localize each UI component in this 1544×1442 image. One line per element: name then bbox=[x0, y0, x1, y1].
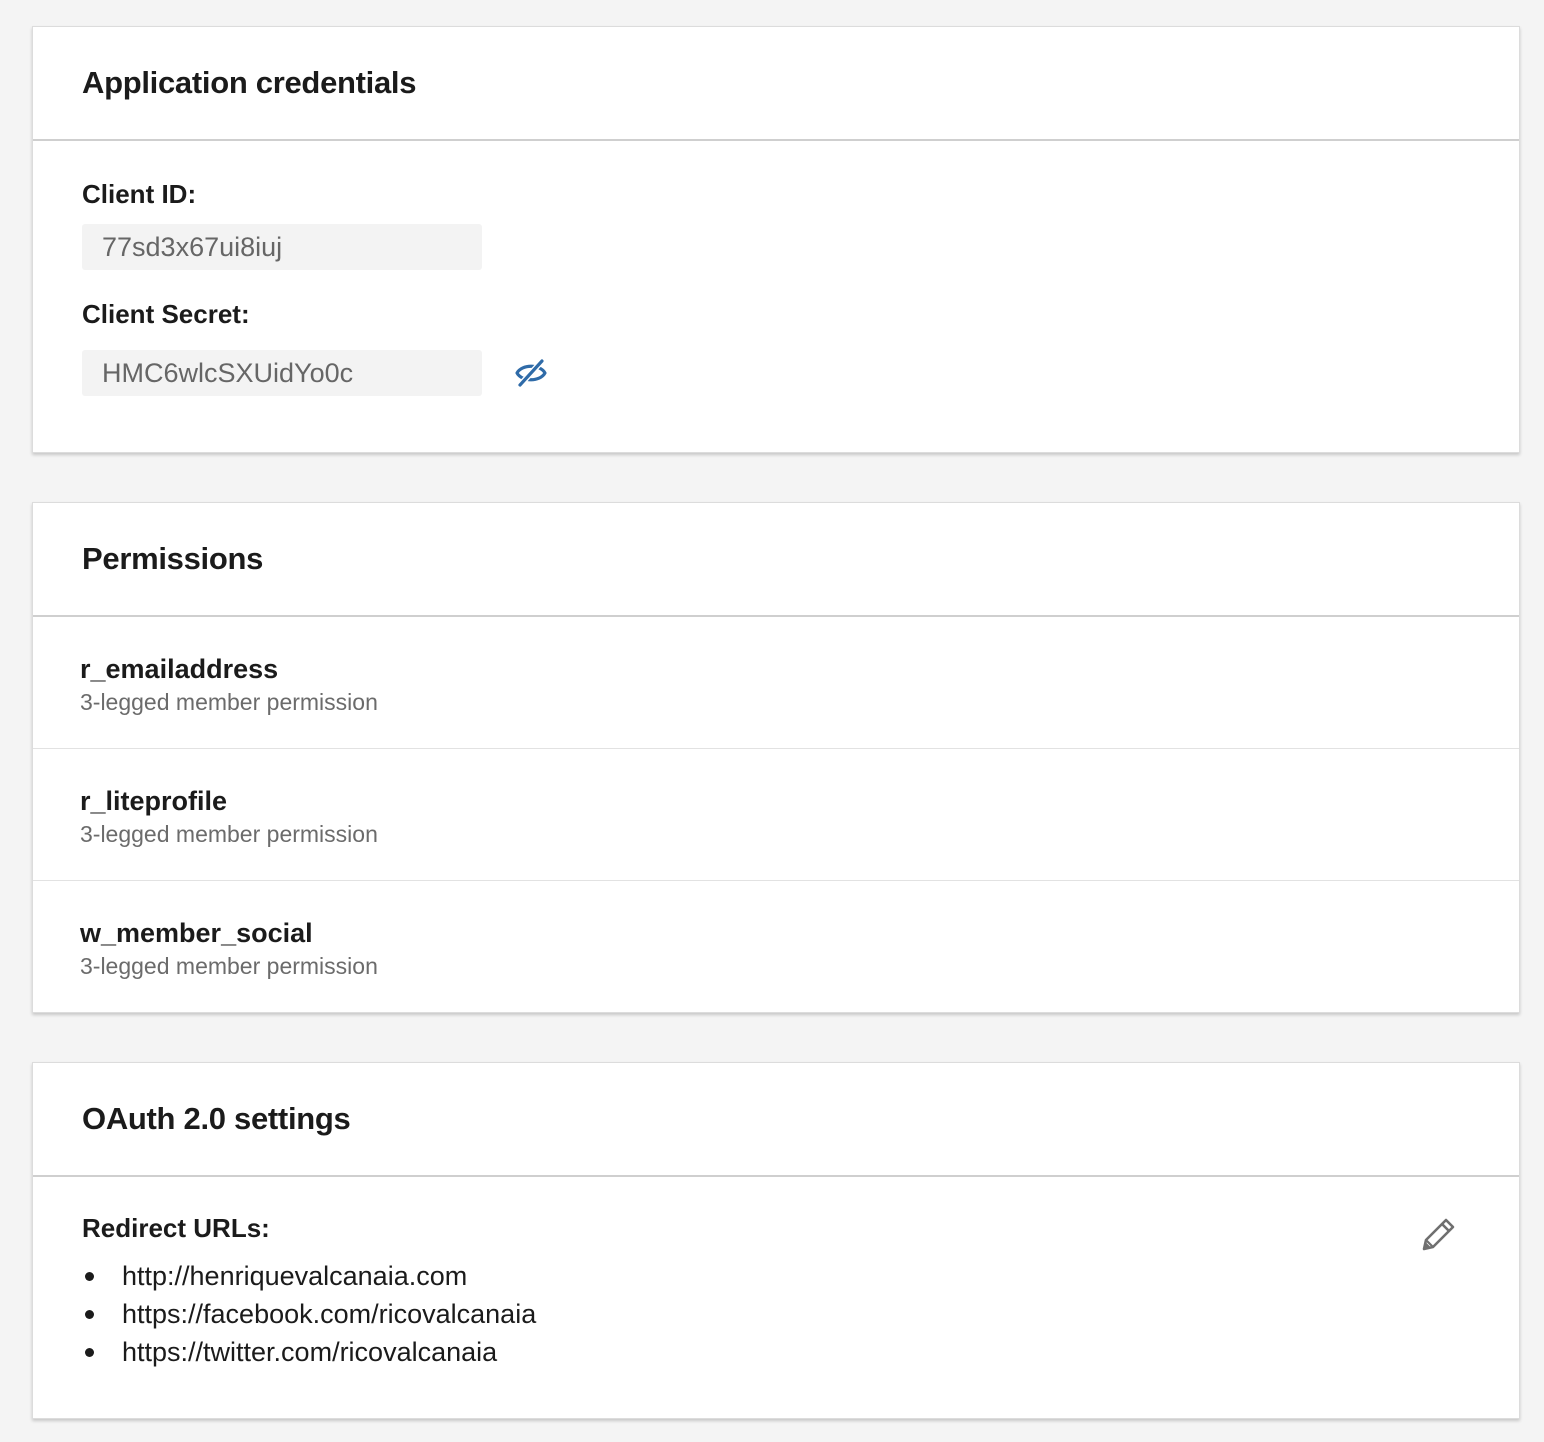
permissions-card: Permissions r_emailaddress 3-legged memb… bbox=[32, 502, 1520, 1013]
redirect-url: https://twitter.com/ricovalcanaia bbox=[122, 1336, 498, 1367]
client-secret-value: HMC6wlcSXUidYo0c bbox=[102, 357, 354, 388]
oauth-body: Redirect URLs: http://henriquevalcanaia.… bbox=[33, 1177, 1519, 1418]
credentials-title: Application credentials bbox=[82, 65, 417, 100]
permissions-card-header: Permissions bbox=[33, 503, 1519, 617]
redirect-urls-label: Redirect URLs: bbox=[82, 1213, 270, 1243]
edit-redirect-urls-button[interactable] bbox=[1414, 1211, 1462, 1259]
bullet-icon bbox=[85, 1309, 94, 1319]
permission-description: 3-legged member permission bbox=[80, 953, 378, 979]
credentials-card: Application credentials Client ID: 77sd3… bbox=[32, 26, 1520, 453]
permission-item: w_member_social 3-legged member permissi… bbox=[33, 881, 1519, 1013]
pencil-icon bbox=[1422, 1218, 1455, 1251]
eye-slash-icon bbox=[515, 358, 547, 388]
permissions-title: Permissions bbox=[82, 541, 264, 576]
redirect-url-list: http://henriquevalcanaia.com https://fac… bbox=[82, 1257, 536, 1371]
oauth-title: OAuth 2.0 settings bbox=[82, 1101, 351, 1136]
permissions-list: r_emailaddress 3-legged member permissio… bbox=[33, 617, 1519, 1013]
credentials-body: Client ID: 77sd3x67ui8iuj Client Secret:… bbox=[33, 141, 1519, 452]
redirect-url-item: https://twitter.com/ricovalcanaia bbox=[82, 1333, 536, 1371]
credentials-card-header: Application credentials bbox=[33, 27, 1519, 141]
permission-name: r_liteprofile bbox=[80, 786, 228, 816]
permission-item: r_emailaddress 3-legged member permissio… bbox=[33, 617, 1519, 749]
client-secret-field[interactable]: HMC6wlcSXUidYo0c bbox=[82, 350, 482, 396]
client-id-label: Client ID: bbox=[82, 179, 197, 209]
permission-item: r_liteprofile 3-legged member permission bbox=[33, 749, 1519, 881]
oauth-card: OAuth 2.0 settings Redirect URLs: http:/… bbox=[32, 1062, 1520, 1419]
bullet-icon bbox=[85, 1271, 94, 1281]
client-secret-label: Client Secret: bbox=[82, 299, 250, 329]
redirect-url-item: http://henriquevalcanaia.com bbox=[82, 1257, 536, 1295]
oauth-card-header: OAuth 2.0 settings bbox=[33, 1063, 1519, 1177]
permission-description: 3-legged member permission bbox=[80, 689, 378, 715]
permission-description: 3-legged member permission bbox=[80, 821, 378, 847]
toggle-secret-visibility-button[interactable] bbox=[511, 353, 551, 393]
redirect-url: https://facebook.com/ricovalcanaia bbox=[122, 1298, 537, 1329]
permission-name: r_emailaddress bbox=[80, 654, 279, 684]
permission-name: w_member_social bbox=[80, 918, 313, 948]
bullet-icon bbox=[85, 1347, 94, 1357]
redirect-url: http://henriquevalcanaia.com bbox=[122, 1260, 468, 1291]
client-id-value: 77sd3x67ui8iuj bbox=[102, 231, 283, 262]
redirect-url-item: https://facebook.com/ricovalcanaia bbox=[82, 1295, 536, 1333]
client-id-field[interactable]: 77sd3x67ui8iuj bbox=[82, 224, 482, 270]
